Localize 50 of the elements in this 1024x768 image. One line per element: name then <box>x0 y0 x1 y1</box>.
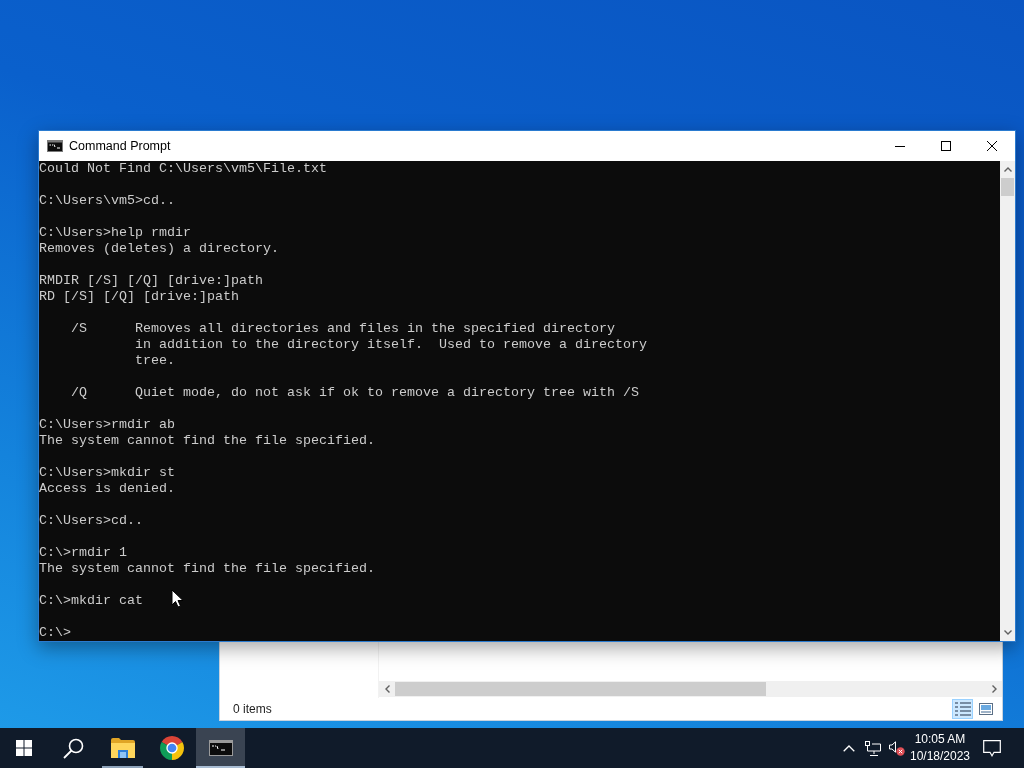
taskbar-app-button[interactable] <box>196 728 245 768</box>
console-line: Quiet mode, do not ask if ok to remove a directory tree with /S <box>135 385 639 401</box>
minimize-icon <box>895 145 905 147</box>
console-line: C:\> <box>39 625 71 641</box>
status-text: 0 items <box>233 701 272 718</box>
console-text: /S <box>71 321 87 337</box>
console-line: The system cannot find the file specified. <box>39 561 375 577</box>
console-line: C:\Users\vm5>cd.. <box>39 193 175 209</box>
window-title: Command Prompt <box>69 137 171 155</box>
speech-bubble-icon <box>983 739 1001 757</box>
console-line: C:\Users>mkdir st <box>39 465 175 481</box>
console-text: /Q <box>71 385 87 401</box>
search-icon <box>62 737 84 759</box>
left-chevron-icon[interactable] <box>384 685 390 693</box>
console-line: The system cannot find the file specified. <box>39 433 375 449</box>
mouse-pointer-icon <box>171 589 184 608</box>
console-line: C:\Users>cd.. <box>39 513 143 529</box>
console-line: C:\>mkdir cat <box>39 593 143 609</box>
console-line: C:\>rmdir 1 <box>39 545 127 561</box>
down-chevron-icon[interactable] <box>1003 630 1012 635</box>
folder-icon <box>110 738 135 758</box>
right-chevron-icon[interactable] <box>991 685 997 693</box>
scrollbar-thumb[interactable] <box>1001 178 1014 196</box>
console-line: Could Not Find C:\Users\vm5\File.txt <box>39 161 327 177</box>
console-line: Removes (deletes) a directory. <box>39 241 279 257</box>
close-icon <box>987 141 997 151</box>
console-line: C:\Users>rmdir ab <box>39 417 175 433</box>
console-line: Removes all directories and files in the specified directory <box>135 321 615 337</box>
vertical-scrollbar[interactable] <box>1000 161 1015 641</box>
terminal-icon <box>208 740 233 756</box>
chevron-up-icon <box>843 744 855 752</box>
console-line: tree. <box>135 353 175 369</box>
details-view-icon <box>954 702 971 716</box>
console-line: Access is denied. <box>39 481 175 497</box>
view-button[interactable] <box>952 699 973 719</box>
up-chevron-icon[interactable] <box>1003 167 1012 172</box>
console-line: C:\Users>help rmdir <box>39 225 191 241</box>
horizontal-scrollbar[interactable] <box>379 681 1002 697</box>
console-line: RD [/S] [/Q] [drive:]path <box>39 289 239 305</box>
network-icon <box>865 740 881 756</box>
clock-date[interactable]: 10/18/2023 <box>909 748 971 765</box>
console-line: RMDIR [/S] [/Q] [drive:]path <box>39 273 263 289</box>
scrollbar-thumb[interactable] <box>395 682 766 696</box>
clock-time[interactable]: 10:05 AM <box>914 731 966 748</box>
console-line: in addition to the directory itself. Used to remove a directory <box>135 337 647 353</box>
maximize-icon <box>941 141 951 151</box>
console-icon <box>47 140 63 152</box>
browser-icon <box>159 736 184 760</box>
windows-logo-icon <box>16 740 32 756</box>
preview-pane-icon <box>978 703 993 715</box>
